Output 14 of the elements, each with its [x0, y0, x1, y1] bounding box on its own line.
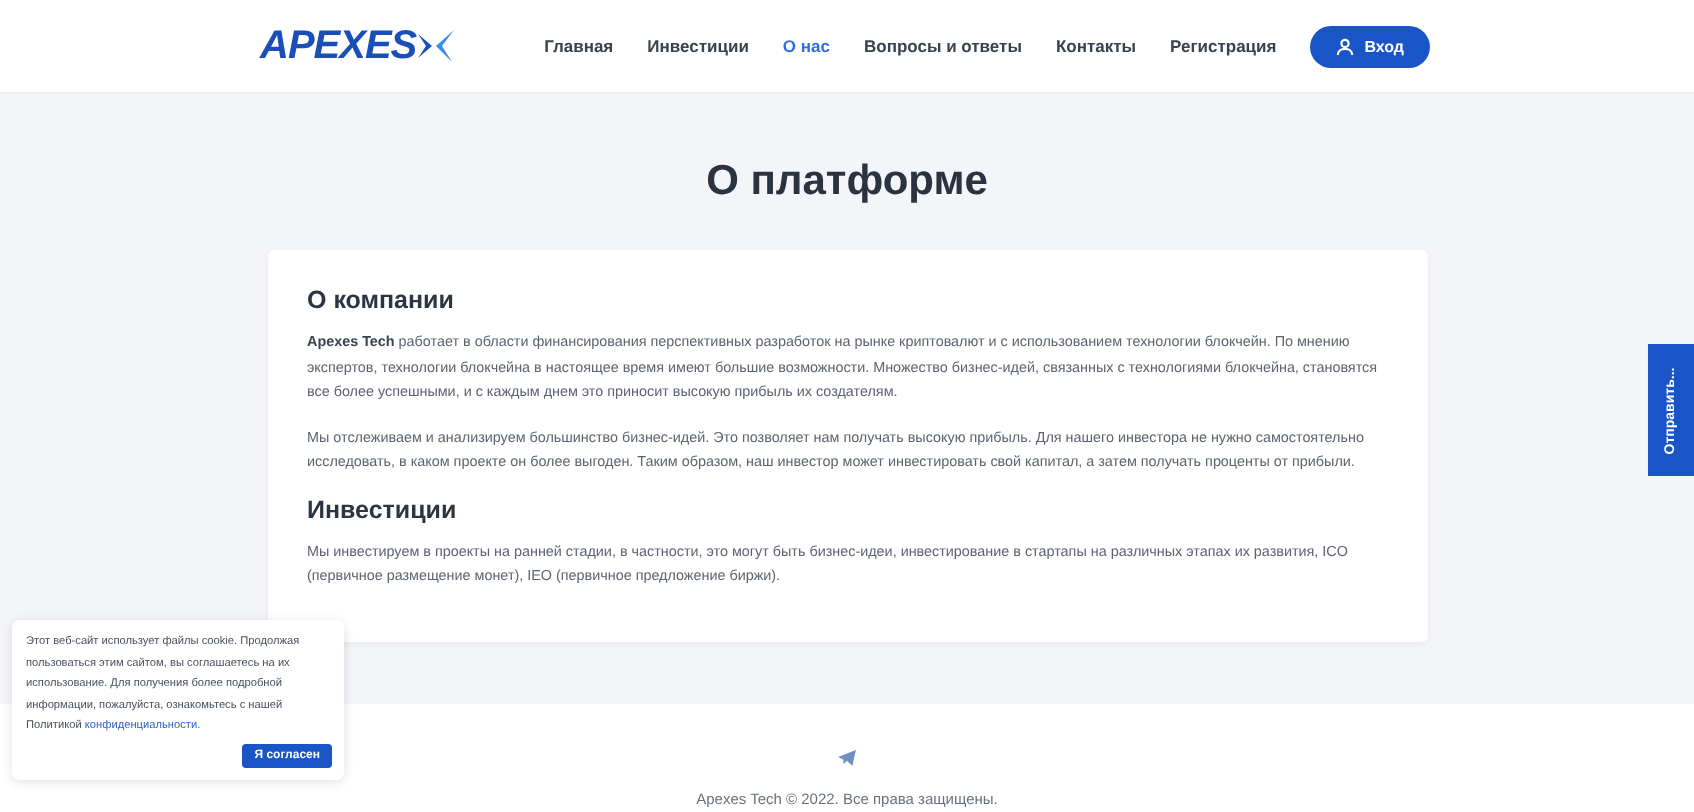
page-title: О платформе [706, 158, 988, 206]
nav-link[interactable]: Регистрация [1170, 36, 1277, 56]
logo-text[interactable]: APEXES [260, 23, 417, 69]
logo-icon [418, 30, 455, 62]
nav-link[interactable]: Контакты [1055, 36, 1137, 56]
section-heading: О компании [307, 286, 456, 314]
nav-link[interactable]: Главная [544, 36, 614, 56]
send-icon[interactable] [838, 750, 856, 766]
nav-link[interactable]: Вопросы и ответы [863, 36, 1022, 56]
nav-link[interactable]: О нас [782, 36, 830, 56]
user-icon [1336, 37, 1355, 55]
login-button[interactable]: Вход [1310, 25, 1430, 67]
nav-link[interactable]: Инвестиции [647, 36, 749, 56]
section-heading: Инвестиции [307, 495, 459, 523]
